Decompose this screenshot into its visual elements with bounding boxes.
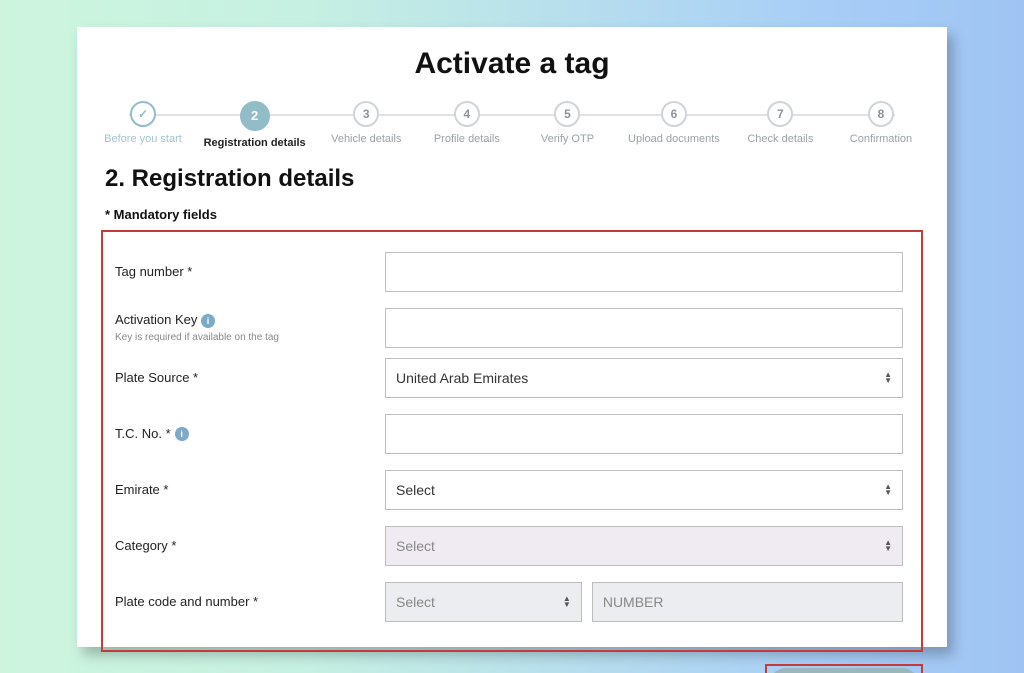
footer: ← Back Cancel Next → [101,664,923,673]
emirate-select[interactable]: Select ▲▼ [385,470,903,510]
plate-source-select[interactable]: United Arab Emirates ▲▼ [385,358,903,398]
tag-number-input[interactable] [385,252,903,292]
mandatory-note: * Mandatory fields [105,207,923,222]
row-activation-key: Activation Key i Key is required if avai… [115,308,903,348]
step-label: Verify OTP [541,133,594,145]
step-number-icon: 3 [353,101,379,127]
updown-icon: ▲▼ [884,540,892,552]
step-verify-otp[interactable]: 5 Verify OTP [527,101,607,145]
step-number-icon: 8 [868,101,894,127]
checkmark-icon [130,101,156,127]
row-emirate: Emirate * Select ▲▼ [115,470,903,510]
section-title: 2. Registration details [105,165,923,193]
row-category: Category * Select ▲▼ [115,526,903,566]
step-number-icon: 4 [454,101,480,127]
step-before-you-start[interactable]: Before you start [103,101,183,145]
step-number-icon: 5 [554,101,580,127]
plate-source-value: United Arab Emirates [396,370,528,386]
tc-no-label: T.C. No. * i [115,426,365,441]
row-plate-source: Plate Source * United Arab Emirates ▲▼ [115,358,903,398]
next-button[interactable]: Next → [769,668,919,673]
step-label: Registration details [204,137,306,149]
plate-code-number-label: Plate code and number * [115,594,365,609]
step-vehicle-details[interactable]: 3 Vehicle details [326,101,406,145]
step-number-icon: 2 [240,101,270,131]
activation-key-label: Activation Key i Key is required if avai… [115,312,365,343]
activation-key-input[interactable] [385,308,903,348]
step-profile-details[interactable]: 4 Profile details [427,101,507,145]
plate-number-input[interactable] [592,582,903,622]
updown-icon: ▲▼ [563,596,571,608]
page-title: Activate a tag [101,47,923,81]
step-label: Upload documents [628,133,720,145]
category-label: Category * [115,538,365,553]
step-label: Confirmation [850,133,912,145]
updown-icon: ▲▼ [884,484,892,496]
category-value: Select [396,538,435,554]
info-icon[interactable]: i [175,427,189,441]
info-icon[interactable]: i [201,314,215,328]
step-number-icon: 6 [661,101,687,127]
step-label: Vehicle details [331,133,401,145]
step-registration-details[interactable]: 2 Registration details [204,101,306,149]
category-select[interactable]: Select ▲▼ [385,526,903,566]
step-check-details[interactable]: 7 Check details [740,101,820,145]
step-label: Profile details [434,133,500,145]
step-label: Before you start [104,133,182,145]
step-upload-documents[interactable]: 6 Upload documents [628,101,720,145]
tc-no-input[interactable] [385,414,903,454]
updown-icon: ▲▼ [884,372,892,384]
emirate-value: Select [396,482,435,498]
stepper: Before you start 2 Registration details … [101,101,923,149]
form-box: Tag number * Activation Key i Key is req… [101,230,923,652]
plate-code-select[interactable]: Select ▲▼ [385,582,582,622]
step-confirmation[interactable]: 8 Confirmation [841,101,921,145]
row-plate-code-number: Plate code and number * Select ▲▼ [115,582,903,622]
next-highlight: Next → [765,664,923,673]
step-label: Check details [747,133,813,145]
emirate-label: Emirate * [115,482,365,497]
activation-key-sub: Key is required if available on the tag [115,332,279,343]
plate-code-value: Select [396,594,435,610]
plate-source-label: Plate Source * [115,370,365,385]
row-tag-number: Tag number * [115,252,903,292]
row-tc-no: T.C. No. * i [115,414,903,454]
tag-number-label: Tag number * [115,264,365,279]
step-number-icon: 7 [767,101,793,127]
main-card: Activate a tag Before you start 2 Regist… [77,27,947,647]
